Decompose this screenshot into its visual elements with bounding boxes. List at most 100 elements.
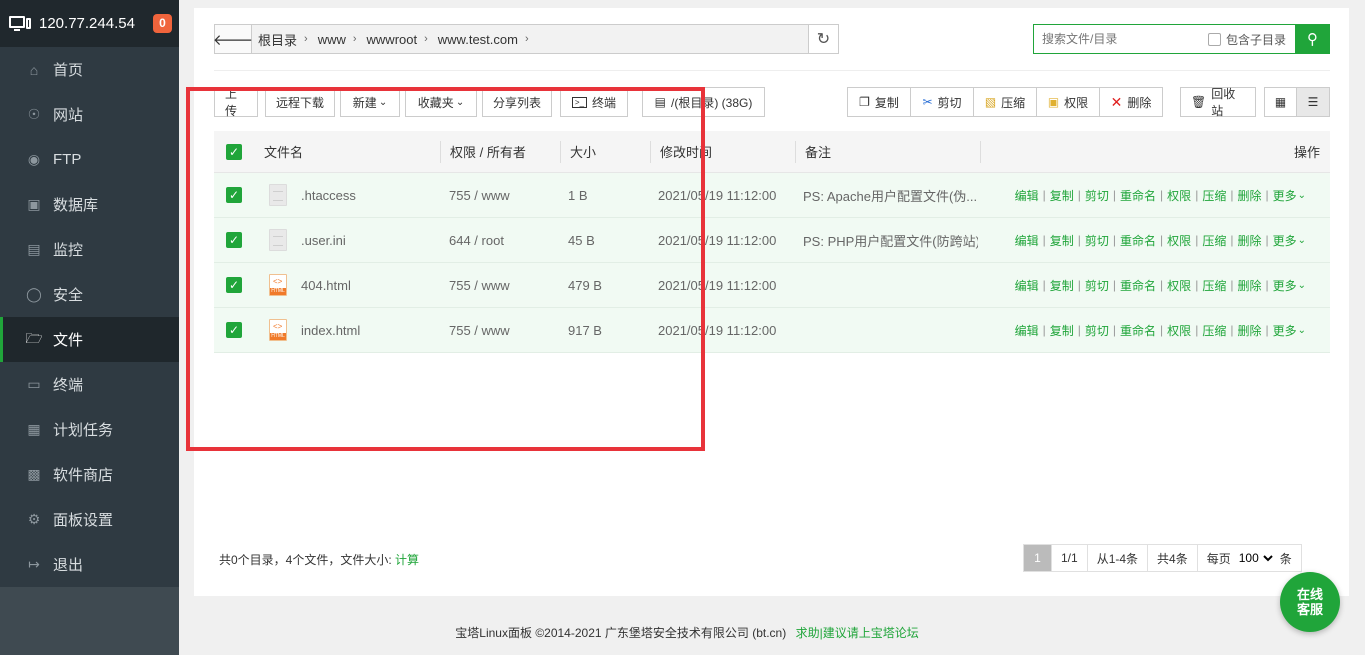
recycle-button[interactable]: 🗑 回收站 bbox=[1180, 87, 1256, 118]
row-op-link[interactable]: 权限 bbox=[1167, 322, 1191, 339]
per-page-select[interactable]: 100 bbox=[1234, 550, 1276, 566]
page-current[interactable]: 1 bbox=[1024, 545, 1052, 571]
terminal-button[interactable]: >_ 终端 bbox=[560, 87, 628, 117]
file-note[interactable] bbox=[803, 263, 978, 307]
table-row[interactable]: ✓ .htaccess 755 / www 1 B 2021/05/19 11:12:0… bbox=[214, 173, 1330, 218]
col-perm[interactable]: 权限 / 所有者 bbox=[440, 131, 526, 172]
copy-button[interactable]: ❐ 复制 bbox=[847, 87, 911, 117]
sidebar-item-7[interactable]: ▭ 终端 bbox=[0, 362, 179, 407]
row-op-link[interactable]: 剪切 bbox=[1085, 322, 1109, 339]
select-all-checkbox[interactable]: ✓ bbox=[226, 131, 242, 172]
sidebar-item-6[interactable]: 🗁 文件 bbox=[0, 317, 179, 362]
subdir-checkbox[interactable]: 包含子目录 bbox=[1208, 31, 1286, 48]
col-size[interactable]: 大小 bbox=[560, 131, 596, 172]
row-op-link[interactable]: 复制 bbox=[1050, 277, 1074, 294]
breadcrumb-item[interactable]: wwwroot bbox=[367, 32, 418, 47]
file-perm[interactable]: 644 / root bbox=[449, 218, 504, 262]
row-op-link[interactable]: 更多 bbox=[1273, 232, 1297, 249]
row-op-link[interactable]: 压缩 bbox=[1202, 187, 1226, 204]
cut-button[interactable]: ✂ 剪切 bbox=[910, 87, 974, 117]
table-row[interactable]: ✓ .user.ini 644 / root 45 B 2021/05/19 11:12… bbox=[214, 218, 1330, 263]
sidebar-item-2[interactable]: ◉ FTP bbox=[0, 137, 179, 182]
row-op-link[interactable]: 重命名 bbox=[1120, 277, 1156, 294]
share-list-button[interactable]: 分享列表 bbox=[482, 87, 552, 117]
row-op-link[interactable]: 更多 bbox=[1273, 322, 1297, 339]
row-op-link[interactable]: 剪切 bbox=[1085, 277, 1109, 294]
row-op-link[interactable]: 更多 bbox=[1273, 187, 1297, 204]
row-op-link[interactable]: 更多 bbox=[1273, 277, 1297, 294]
row-op-link[interactable]: 复制 bbox=[1050, 187, 1074, 204]
row-op-link[interactable]: 删除 bbox=[1237, 277, 1261, 294]
file-note[interactable]: PS: Apache用户配置文件(伪... bbox=[803, 173, 978, 217]
remote-download-button[interactable]: 远程下载 bbox=[265, 87, 335, 117]
row-op-link[interactable]: 权限 bbox=[1167, 232, 1191, 249]
row-checkbox[interactable]: ✓ bbox=[226, 308, 242, 352]
favorites-button[interactable]: 收藏夹 ⌄ bbox=[405, 87, 477, 117]
row-op-link[interactable]: 删除 bbox=[1237, 232, 1261, 249]
file-perm[interactable]: 755 / www bbox=[449, 263, 510, 307]
row-op-link[interactable]: 剪切 bbox=[1085, 232, 1109, 249]
sidebar-item-0[interactable]: ⌂ 首页 bbox=[0, 47, 179, 92]
row-op-link[interactable]: 重命名 bbox=[1120, 232, 1156, 249]
file-note[interactable] bbox=[803, 308, 978, 352]
breadcrumb-item[interactable]: 根目录 bbox=[258, 30, 297, 49]
compress-button[interactable]: ▧ 压缩 bbox=[973, 87, 1037, 117]
row-op-link[interactable]: 编辑 bbox=[1015, 277, 1039, 294]
notification-badge[interactable]: 0 bbox=[153, 14, 172, 33]
table-row[interactable]: ✓ <> HTML index.html 755 / www 917 B 2021/05/1… bbox=[214, 308, 1330, 353]
file-name-cell[interactable]: <> HTML 404.html bbox=[269, 263, 351, 307]
row-checkbox[interactable]: ✓ bbox=[226, 263, 242, 307]
row-op-link[interactable]: 复制 bbox=[1050, 322, 1074, 339]
search-input[interactable] bbox=[1034, 26, 1204, 52]
file-name-cell[interactable]: .user.ini bbox=[269, 218, 346, 262]
breadcrumb-item[interactable]: www.test.com bbox=[438, 32, 518, 47]
refresh-icon[interactable]: ↻ bbox=[808, 25, 838, 53]
upload-button[interactable]: 上传 bbox=[214, 87, 258, 118]
back-arrow-icon[interactable]: 🡐 bbox=[213, 25, 253, 53]
calc-link[interactable]: 计算 bbox=[395, 553, 419, 567]
file-name-cell[interactable]: <> HTML index.html bbox=[269, 308, 360, 352]
row-op-link[interactable]: 权限 bbox=[1167, 277, 1191, 294]
row-op-link[interactable]: 删除 bbox=[1237, 187, 1261, 204]
file-perm[interactable]: 755 / www bbox=[449, 308, 510, 352]
file-name-cell[interactable]: .htaccess bbox=[269, 173, 356, 217]
row-op-link[interactable]: 剪切 bbox=[1085, 187, 1109, 204]
checkbox-icon[interactable] bbox=[1208, 32, 1221, 46]
row-op-link[interactable]: 权限 bbox=[1167, 187, 1191, 204]
new-button[interactable]: 新建 ⌄ bbox=[340, 87, 400, 117]
row-op-link[interactable]: 重命名 bbox=[1120, 187, 1156, 204]
sidebar-item-4[interactable]: ▤ 监控 bbox=[0, 227, 179, 272]
list-view-icon[interactable]: ☰ bbox=[1296, 87, 1330, 117]
breadcrumb-item[interactable]: www bbox=[318, 32, 346, 47]
row-op-link[interactable]: 复制 bbox=[1050, 232, 1074, 249]
sidebar-item-9[interactable]: ▩ 软件商店 bbox=[0, 452, 179, 497]
delete-button[interactable]: ✕ 删除 bbox=[1099, 87, 1163, 117]
sidebar-item-11[interactable]: ↦ 退出 bbox=[0, 542, 179, 587]
col-name[interactable]: 文件名 bbox=[264, 131, 303, 172]
file-note[interactable]: PS: PHP用户配置文件(防跨站)! bbox=[803, 218, 978, 262]
forum-link[interactable]: 求助|建议请上宝塔论坛 bbox=[796, 626, 919, 640]
row-op-link[interactable]: 重命名 bbox=[1120, 322, 1156, 339]
sidebar-item-8[interactable]: ▦ 计划任务 bbox=[0, 407, 179, 452]
row-op-link[interactable]: 删除 bbox=[1237, 322, 1261, 339]
row-op-link[interactable]: 编辑 bbox=[1015, 322, 1039, 339]
col-mtime[interactable]: 修改时间 bbox=[650, 131, 712, 172]
file-perm[interactable]: 755 / www bbox=[449, 173, 510, 217]
sidebar-item-10[interactable]: ⚙ 面板设置 bbox=[0, 497, 179, 542]
row-checkbox[interactable]: ✓ bbox=[226, 218, 242, 262]
search-icon[interactable]: ⚲ bbox=[1295, 24, 1330, 54]
table-row[interactable]: ✓ <> HTML 404.html 755 / www 479 B 2021/05/19 … bbox=[214, 263, 1330, 308]
row-op-link[interactable]: 编辑 bbox=[1015, 187, 1039, 204]
sidebar-item-3[interactable]: ▣ 数据库 bbox=[0, 182, 179, 227]
row-op-link[interactable]: 压缩 bbox=[1202, 277, 1226, 294]
sidebar-item-5[interactable]: ◯ 安全 bbox=[0, 272, 179, 317]
online-support-button[interactable]: 在线 客服 bbox=[1280, 572, 1340, 632]
sidebar-item-1[interactable]: ☉ 网站 bbox=[0, 92, 179, 137]
row-op-link[interactable]: 压缩 bbox=[1202, 232, 1226, 249]
disk-button[interactable]: ▤ /(根目录) (38G) bbox=[642, 87, 765, 117]
permission-button[interactable]: ▣ 权限 bbox=[1036, 87, 1100, 117]
row-op-link[interactable]: 压缩 bbox=[1202, 322, 1226, 339]
row-op-link[interactable]: 编辑 bbox=[1015, 232, 1039, 249]
row-checkbox[interactable]: ✓ bbox=[226, 173, 242, 217]
grid-view-icon[interactable]: ▦ bbox=[1264, 87, 1297, 117]
